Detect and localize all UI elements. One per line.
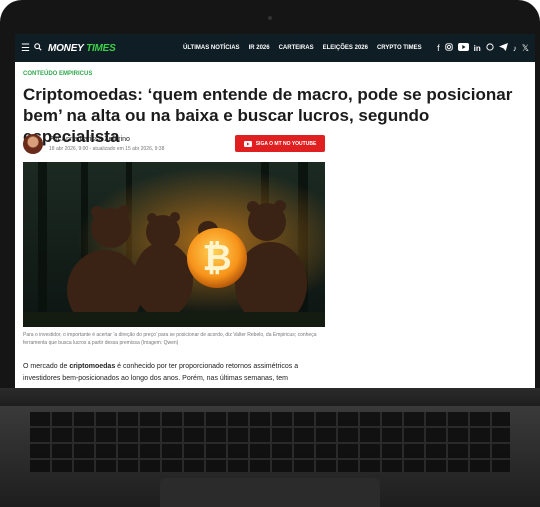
site-header: ☰ MONEY TIMES ÚLTIMAS NOTÍCIAS IR 2026 C… xyxy=(15,34,535,62)
svg-text:₿: ₿ xyxy=(202,237,231,278)
instagram-icon[interactable] xyxy=(444,43,453,53)
tiktok-icon[interactable]: ♪ xyxy=(513,44,517,53)
youtube-play-icon xyxy=(243,140,252,147)
hamburger-menu-icon[interactable]: ☰ xyxy=(21,43,30,54)
linkedin-icon[interactable]: in xyxy=(474,44,481,53)
youtube-follow-button[interactable]: SIGA O MT NO YOUTUBE xyxy=(235,135,325,152)
menu-item-ir-2026[interactable]: IR 2026 xyxy=(249,45,270,51)
body-text-bold: criptomoedas xyxy=(69,363,116,370)
article-body: O mercado de criptomoedas é conhecido po… xyxy=(23,361,323,385)
browser-screen: ☰ MONEY TIMES ÚLTIMAS NOTÍCIAS IR 2026 C… xyxy=(15,34,535,394)
laptop-keyboard-deck xyxy=(0,406,540,507)
menu-item-eleicoes-2026[interactable]: ELEIÇÕES 2026 xyxy=(323,45,368,51)
author-byline[interactable]: Por Anna Larissa Zeferino xyxy=(49,136,130,143)
menu-item-carteiras[interactable]: CARTEIRAS xyxy=(279,45,314,51)
hero-image-bears-bitcoin: ₿ xyxy=(23,162,325,327)
article-dates: 18 abr 2026, 9:00 - atualizado em 15 abr… xyxy=(49,146,165,152)
webcam xyxy=(268,16,272,20)
whatsapp-icon[interactable] xyxy=(486,43,494,53)
image-caption: Para o investidor, o importante é acerta… xyxy=(23,332,317,346)
youtube-icon[interactable] xyxy=(457,43,469,53)
logo-text-money: MONEY xyxy=(47,42,84,54)
menu-item-ultimas-noticias[interactable]: ÚLTIMAS NOTÍCIAS xyxy=(183,45,240,51)
trackpad xyxy=(160,478,380,507)
search-icon[interactable] xyxy=(34,42,42,54)
article-tag[interactable]: CONTEÚDO EMPIRICUS xyxy=(23,71,92,77)
author-avatar[interactable] xyxy=(23,134,43,154)
body-text-start: O mercado de xyxy=(23,363,70,370)
site-logo[interactable]: MONEY TIMES xyxy=(48,43,116,54)
facebook-icon[interactable]: f xyxy=(437,43,440,53)
menu-item-crypto-times[interactable]: CRYPTO TIMES xyxy=(377,45,422,51)
youtube-button-label: SIGA O MT NO YOUTUBE xyxy=(255,140,317,147)
logo-text-times: TIMES xyxy=(86,42,116,54)
telegram-icon[interactable] xyxy=(498,43,508,53)
keyboard xyxy=(30,412,510,472)
x-icon[interactable]: 𝕏 xyxy=(522,43,529,54)
social-links: f in ♪ 𝕏 xyxy=(437,34,529,62)
main-menu: ÚLTIMAS NOTÍCIAS IR 2026 CARTEIRAS ELEIÇ… xyxy=(183,34,422,62)
